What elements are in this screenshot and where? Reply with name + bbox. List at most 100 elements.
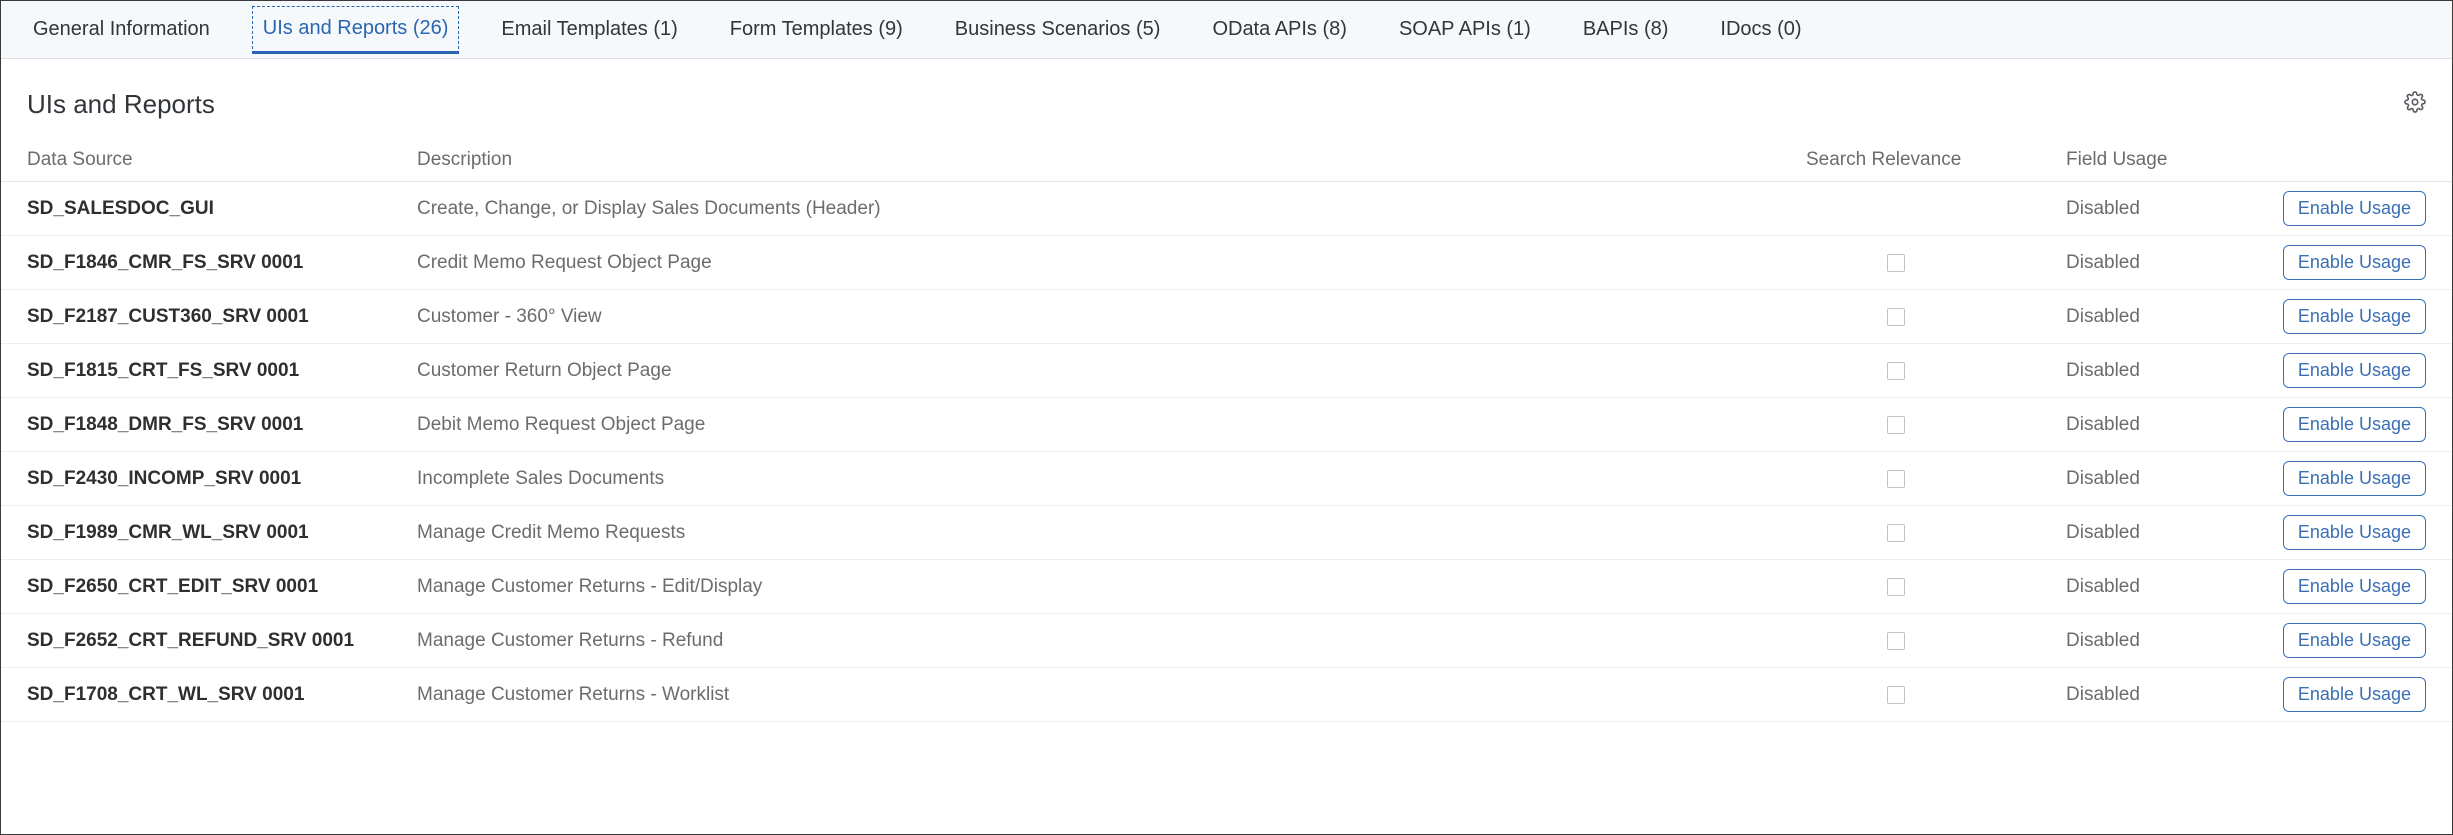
search-relevance-cell	[1806, 254, 2066, 272]
table-row[interactable]: SD_F2652_CRT_REFUND_SRV 0001Manage Custo…	[1, 614, 2452, 668]
enable-usage-button[interactable]: Enable Usage	[2283, 569, 2426, 604]
section-header: UIs and Reports	[1, 59, 2452, 138]
search-relevance-checkbox[interactable]	[1887, 686, 1905, 704]
action-cell: Enable Usage	[2256, 515, 2426, 550]
enable-usage-button[interactable]: Enable Usage	[2283, 353, 2426, 388]
action-cell: Enable Usage	[2256, 299, 2426, 334]
table-row[interactable]: SD_F2430_INCOMP_SRV 0001Incomplete Sales…	[1, 452, 2452, 506]
field-usage-cell: Disabled	[2066, 522, 2256, 544]
tab-soap-apis-1[interactable]: SOAP APIs (1)	[1373, 1, 1557, 59]
search-relevance-cell	[1806, 470, 2066, 488]
tab-label: Email Templates (1)	[501, 18, 677, 41]
field-usage-cell: Disabled	[2066, 684, 2256, 706]
table-row[interactable]: SD_F2650_CRT_EDIT_SRV 0001Manage Custome…	[1, 560, 2452, 614]
description-cell: Debit Memo Request Object Page	[417, 414, 1806, 436]
section-title: UIs and Reports	[27, 89, 215, 120]
description-cell: Manage Customer Returns - Refund	[417, 630, 1806, 652]
description-cell: Credit Memo Request Object Page	[417, 252, 1806, 274]
tab-form-templates-9[interactable]: Form Templates (9)	[704, 1, 929, 59]
enable-usage-button[interactable]: Enable Usage	[2283, 245, 2426, 280]
tab-label: Business Scenarios (5)	[955, 18, 1161, 41]
data-source-cell: SD_SALESDOC_GUI	[27, 198, 417, 220]
table-body: SD_SALESDOC_GUICreate, Change, or Displa…	[1, 182, 2452, 722]
field-usage-cell: Disabled	[2066, 630, 2256, 652]
data-source-cell: SD_F2652_CRT_REFUND_SRV 0001	[27, 630, 417, 652]
description-cell: Customer - 360° View	[417, 306, 1806, 328]
search-relevance-checkbox[interactable]	[1887, 254, 1905, 272]
enable-usage-button[interactable]: Enable Usage	[2283, 515, 2426, 550]
data-source-cell: SD_F2430_INCOMP_SRV 0001	[27, 468, 417, 490]
field-usage-cell: Disabled	[2066, 198, 2256, 220]
description-cell: Create, Change, or Display Sales Documen…	[417, 198, 1806, 220]
tab-general-information[interactable]: General Information	[7, 1, 236, 59]
enable-usage-button[interactable]: Enable Usage	[2283, 191, 2426, 226]
tab-idocs-0[interactable]: IDocs (0)	[1694, 1, 1827, 59]
action-cell: Enable Usage	[2256, 353, 2426, 388]
table-row[interactable]: SD_SALESDOC_GUICreate, Change, or Displa…	[1, 182, 2452, 236]
search-relevance-checkbox[interactable]	[1887, 632, 1905, 650]
enable-usage-button[interactable]: Enable Usage	[2283, 407, 2426, 442]
tab-label: Form Templates (9)	[730, 18, 903, 41]
tab-business-scenarios-5[interactable]: Business Scenarios (5)	[929, 1, 1187, 59]
field-usage-cell: Disabled	[2066, 414, 2256, 436]
column-header-search-relevance[interactable]: Search Relevance	[1806, 149, 2066, 171]
description-cell: Customer Return Object Page	[417, 360, 1806, 382]
tab-uis-and-reports-26[interactable]: UIs and Reports (26)	[252, 6, 460, 54]
table-row[interactable]: SD_F2187_CUST360_SRV 0001Customer - 360°…	[1, 290, 2452, 344]
tab-email-templates-1[interactable]: Email Templates (1)	[475, 1, 703, 59]
search-relevance-checkbox[interactable]	[1887, 524, 1905, 542]
enable-usage-button[interactable]: Enable Usage	[2283, 677, 2426, 712]
settings-button[interactable]	[2404, 91, 2426, 118]
data-source-cell: SD_F1848_DMR_FS_SRV 0001	[27, 414, 417, 436]
description-cell: Manage Customer Returns - Worklist	[417, 684, 1806, 706]
tab-label: General Information	[33, 18, 210, 41]
description-cell: Incomplete Sales Documents	[417, 468, 1806, 490]
data-source-cell: SD_F2650_CRT_EDIT_SRV 0001	[27, 576, 417, 598]
table-header-row: Data Source Description Search Relevance…	[1, 138, 2452, 182]
tab-odata-apis-8[interactable]: OData APIs (8)	[1186, 1, 1373, 59]
table-row[interactable]: SD_F1989_CMR_WL_SRV 0001Manage Credit Me…	[1, 506, 2452, 560]
table-row[interactable]: SD_F1846_CMR_FS_SRV 0001Credit Memo Requ…	[1, 236, 2452, 290]
gear-icon	[2404, 91, 2426, 113]
tab-label: OData APIs (8)	[1212, 18, 1347, 41]
data-source-cell: SD_F1846_CMR_FS_SRV 0001	[27, 252, 417, 274]
action-cell: Enable Usage	[2256, 677, 2426, 712]
field-usage-cell: Disabled	[2066, 576, 2256, 598]
data-source-cell: SD_F1815_CRT_FS_SRV 0001	[27, 360, 417, 382]
column-header-field-usage[interactable]: Field Usage	[2066, 149, 2256, 171]
search-relevance-cell	[1806, 524, 2066, 542]
search-relevance-cell	[1806, 686, 2066, 704]
table-row[interactable]: SD_F1848_DMR_FS_SRV 0001Debit Memo Reque…	[1, 398, 2452, 452]
table-row[interactable]: SD_F1708_CRT_WL_SRV 0001Manage Customer …	[1, 668, 2452, 722]
column-header-description[interactable]: Description	[417, 149, 1806, 171]
action-cell: Enable Usage	[2256, 191, 2426, 226]
action-cell: Enable Usage	[2256, 623, 2426, 658]
data-source-cell: SD_F1989_CMR_WL_SRV 0001	[27, 522, 417, 544]
search-relevance-cell	[1806, 632, 2066, 650]
tab-label: IDocs (0)	[1720, 18, 1801, 41]
description-cell: Manage Customer Returns - Edit/Display	[417, 576, 1806, 598]
action-cell: Enable Usage	[2256, 407, 2426, 442]
tab-label: BAPIs (8)	[1583, 18, 1669, 41]
enable-usage-button[interactable]: Enable Usage	[2283, 461, 2426, 496]
app-frame: General Information UIs and Reports (26) E…	[0, 0, 2453, 835]
search-relevance-checkbox[interactable]	[1887, 416, 1905, 434]
search-relevance-checkbox[interactable]	[1887, 308, 1905, 326]
search-relevance-cell	[1806, 308, 2066, 326]
search-relevance-checkbox[interactable]	[1887, 578, 1905, 596]
tab-label: SOAP APIs (1)	[1399, 18, 1531, 41]
column-header-data-source[interactable]: Data Source	[27, 149, 417, 171]
field-usage-cell: Disabled	[2066, 252, 2256, 274]
enable-usage-button[interactable]: Enable Usage	[2283, 299, 2426, 334]
search-relevance-checkbox[interactable]	[1887, 362, 1905, 380]
action-cell: Enable Usage	[2256, 461, 2426, 496]
table-row[interactable]: SD_F1815_CRT_FS_SRV 0001Customer Return …	[1, 344, 2452, 398]
data-source-cell: SD_F2187_CUST360_SRV 0001	[27, 306, 417, 328]
search-relevance-cell	[1806, 578, 2066, 596]
action-cell: Enable Usage	[2256, 245, 2426, 280]
search-relevance-checkbox[interactable]	[1887, 470, 1905, 488]
action-cell: Enable Usage	[2256, 569, 2426, 604]
description-cell: Manage Credit Memo Requests	[417, 522, 1806, 544]
tab-bapis-8[interactable]: BAPIs (8)	[1557, 1, 1695, 59]
enable-usage-button[interactable]: Enable Usage	[2283, 623, 2426, 658]
